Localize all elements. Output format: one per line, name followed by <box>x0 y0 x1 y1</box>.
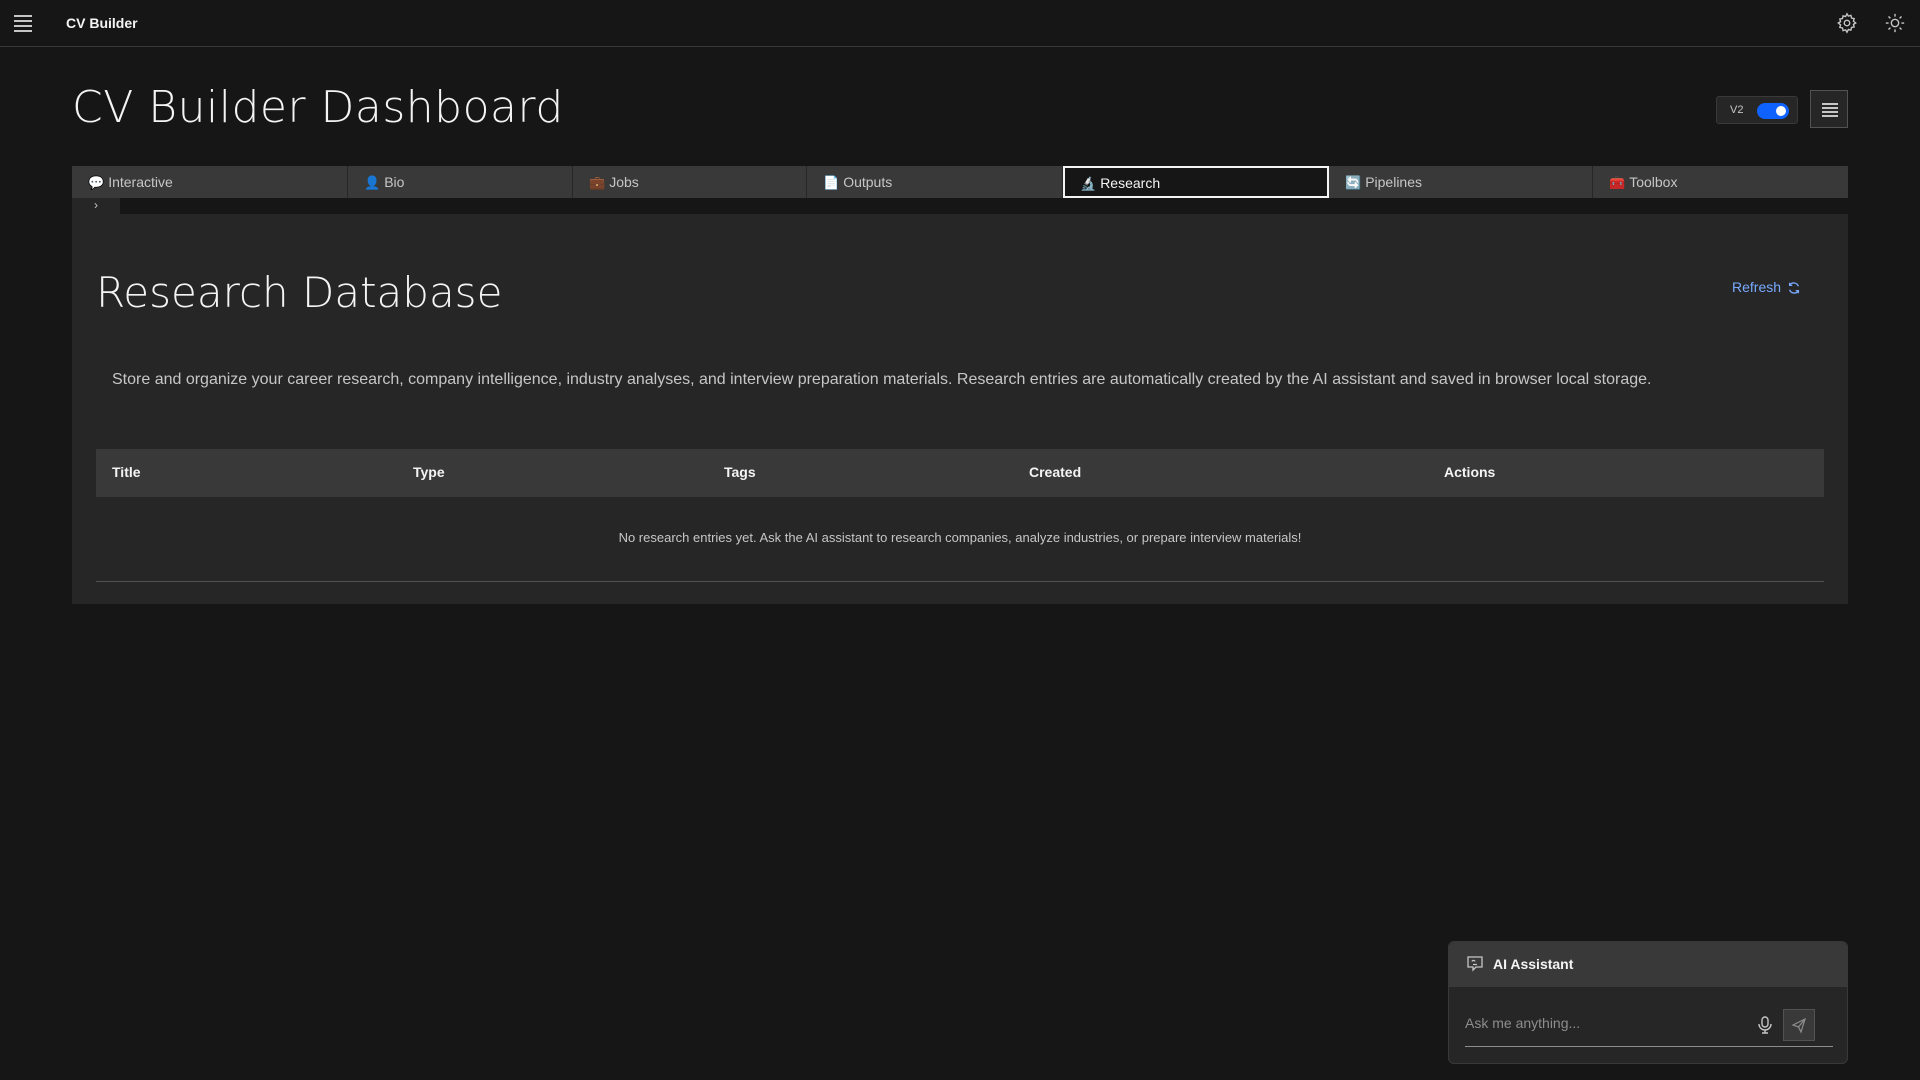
microphone-icon[interactable] <box>1755 1015 1775 1035</box>
column-header-actions: Actions <box>1444 464 1496 480</box>
hamburger-menu-icon[interactable] <box>14 15 32 32</box>
tab-pipelines[interactable]: 🔄 Pipelines <box>1329 166 1593 198</box>
microscope-icon: 🔬 <box>1080 176 1097 191</box>
tab-overflow-chevron-icon[interactable]: › <box>72 198 120 214</box>
briefcase-icon: 💼 <box>589 175 606 190</box>
tab-label: Bio <box>384 174 405 190</box>
tab-bar: 💬 Interactive 👤 Bio 💼 Jobs 📄 Outputs 🔬 Resear… <box>72 166 1848 198</box>
table-header: Title Type Tags Created Actions <box>96 449 1824 497</box>
section-title: Research Database <box>96 268 503 317</box>
column-header-created[interactable]: Created <box>1029 464 1081 480</box>
research-panel: Research Database Refresh Store and orga… <box>72 214 1848 604</box>
gear-icon[interactable] <box>1836 12 1858 34</box>
page-title: CV Builder Dashboard <box>72 82 564 133</box>
tab-label: Outputs <box>843 174 893 190</box>
tab-toolbox[interactable]: 🧰 Toolbox <box>1593 166 1848 198</box>
tab-bio[interactable]: 👤 Bio <box>348 166 573 198</box>
tab-label: Jobs <box>609 174 639 190</box>
sun-icon[interactable] <box>1884 12 1906 34</box>
switch-knob <box>1776 106 1786 116</box>
tab-label: Toolbox <box>1629 174 1678 190</box>
tab-outputs[interactable]: 📄 Outputs <box>807 166 1063 198</box>
refresh-arrows-icon: 🔄 <box>1345 175 1362 190</box>
tab-label: Pipelines <box>1365 174 1423 190</box>
refresh-button[interactable]: Refresh <box>1732 279 1801 295</box>
refresh-label: Refresh <box>1732 279 1782 295</box>
section-description: Store and organize your career research,… <box>112 371 1652 388</box>
toolbox-icon: 🧰 <box>1609 175 1626 190</box>
column-header-tags[interactable]: Tags <box>724 464 756 480</box>
top-bar: CV Builder <box>0 0 1920 47</box>
column-header-title[interactable]: Title <box>112 464 141 480</box>
refresh-icon <box>1789 282 1800 294</box>
table-empty-row: No research entries yet. Ask the AI assi… <box>96 497 1824 582</box>
research-table: Title Type Tags Created Actions No resea… <box>96 449 1824 582</box>
document-icon: 📄 <box>823 175 840 190</box>
tab-label: Interactive <box>108 174 173 190</box>
version-toggle[interactable]: V2 <box>1716 96 1798 124</box>
tab-label: Research <box>1100 175 1161 191</box>
empty-state-message: No research entries yet. Ask the AI assi… <box>618 530 1302 545</box>
person-icon: 👤 <box>364 175 381 190</box>
send-button[interactable] <box>1783 1009 1815 1041</box>
version-label: V2 <box>1730 104 1744 116</box>
tab-jobs[interactable]: 💼 Jobs <box>573 166 807 198</box>
column-header-type[interactable]: Type <box>413 464 445 480</box>
version-switch[interactable] <box>1757 103 1789 119</box>
tab-interactive[interactable]: 💬 Interactive <box>72 166 348 198</box>
layout-menu-button[interactable] <box>1810 90 1848 128</box>
ai-assistant-title: AI Assistant <box>1493 956 1574 972</box>
send-icon <box>1791 1017 1806 1034</box>
speech-bubble-icon: 💬 <box>88 175 105 190</box>
app-title: CV Builder <box>66 15 138 31</box>
ai-message-input[interactable] <box>1465 1009 1777 1037</box>
tab-research[interactable]: 🔬 Research <box>1063 166 1329 198</box>
input-underline <box>1465 1046 1833 1047</box>
ai-assistant-panel: AI Assistant <box>1448 941 1848 1064</box>
chat-icon <box>1467 956 1483 972</box>
ai-assistant-header[interactable]: AI Assistant <box>1449 942 1847 987</box>
